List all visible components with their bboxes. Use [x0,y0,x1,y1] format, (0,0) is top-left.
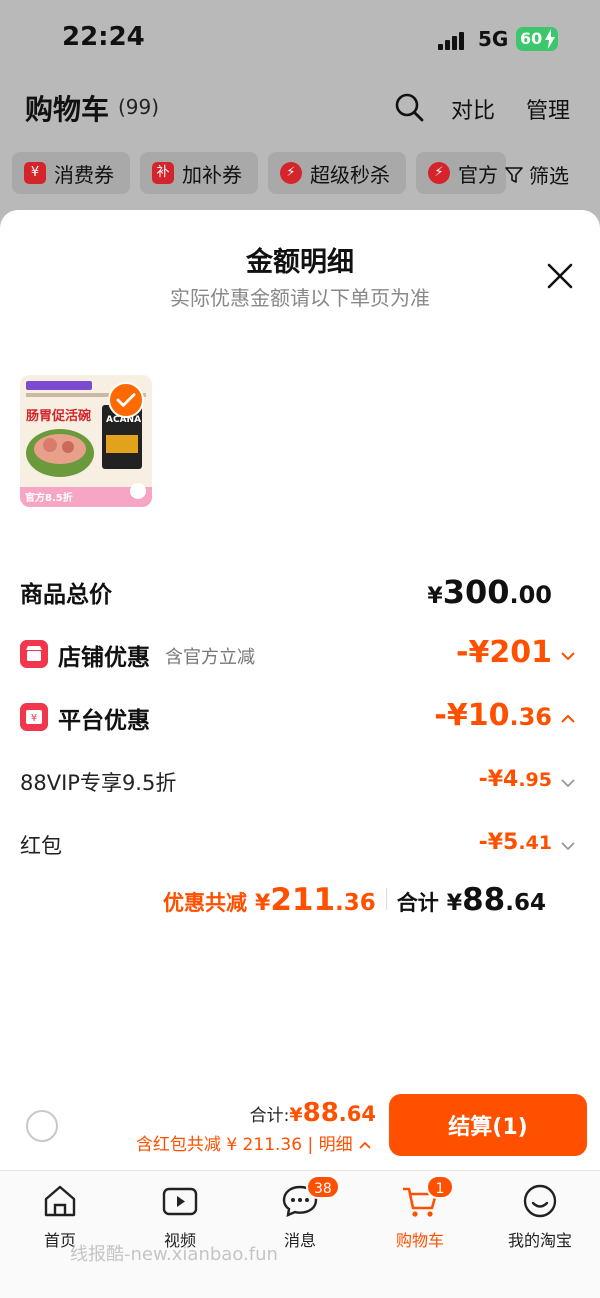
subsidy-icon: 补 [152,162,174,184]
cart-badge: 1 [426,1175,454,1199]
shop-icon [20,640,48,668]
tab-label: 我的淘宝 [507,1231,572,1250]
red-packet-row[interactable]: 红包 -¥5.41 [0,828,600,862]
compare-button[interactable]: 对比 [451,93,495,125]
amount-dec: .95 [518,769,552,791]
close-icon[interactable] [544,260,576,292]
tab-cart[interactable]: 1 购物车 [365,1175,475,1251]
platform-discount-label: 平台优惠 [58,708,150,734]
amount-int: -¥5 [478,830,519,855]
saved-label: 优惠共减 [163,891,248,915]
checkout-total-dec: .64 [338,1102,376,1126]
shop-discount-note: 含官方立减 [165,647,255,668]
currency-symbol: ¥ [427,584,443,609]
divider [385,888,387,910]
discount-summary: 优惠共减 ¥ 211 .36 合计 ¥ 88 .64 [0,882,600,926]
chevron-down-icon[interactable] [560,648,576,664]
manage-button[interactable]: 管理 [526,93,570,125]
total-label: 合计 [396,891,439,915]
checkout-total-label: 合计: [249,1106,290,1126]
shop-discount-row[interactable]: 店铺优惠 含官方立减 -¥201 [0,635,600,675]
saved-amount-int: 211 [270,882,336,918]
chevron-down-icon[interactable] [560,775,576,791]
chip-label: 官方 [458,162,498,187]
chevron-down-icon[interactable] [560,838,576,854]
red-packet-amount: -¥5.41 [479,830,552,855]
product-headline: 肠胃促活碗 [26,409,92,424]
checkout-sub-text: 含红包共减 ¥ 211.36 | 明细 [135,1135,353,1155]
amount-dec: .00 [509,581,552,609]
status-bar: 22:24 5G 60 [0,0,600,80]
goods-total-amount: ¥300.00 [427,573,552,611]
cart-count: (99) [118,95,160,119]
battery-level: 60 [520,29,543,48]
search-icon[interactable] [394,92,424,122]
chip-subsidy[interactable]: 补 加补券 [140,152,258,194]
total-amount-dec: .64 [505,890,546,916]
checkout-button[interactable]: 结算(1) [389,1094,587,1156]
tab-my-taobao[interactable]: 我的淘宝 [485,1181,595,1251]
platform-discount-amount: -¥10.36 [434,698,552,733]
bottom-tab-bar: 首页 视频 38 消息 1 购物车 我的淘宝 [0,1170,600,1298]
amount-int: -¥10 [434,698,510,733]
battery-icon: 60 [516,27,558,51]
currency-symbol: ¥ [289,1104,303,1126]
vip-discount-amount: -¥4.95 [479,767,552,792]
chip-label: 加补券 [182,162,242,187]
total-amount-int: 88 [462,882,506,918]
profile-smile-icon [523,1184,557,1218]
currency-symbol: ¥ [446,891,463,916]
chip-official[interactable]: ⚡ 官方 [416,152,506,194]
amount-int: -¥4 [478,767,519,792]
saved-amount-dec: .36 [335,890,376,916]
filter-button[interactable]: 筛选 [505,160,569,189]
filter-label: 筛选 [529,164,569,188]
product-discount-tag: 官方8.5折 [25,493,73,504]
sheet-subtitle: 实际优惠金额请以下单页为准 [170,286,430,310]
checkout-total: 合计:¥88.64 [250,1098,376,1128]
chip-label: 消费券 [54,162,114,187]
chevron-up-icon [359,1141,371,1149]
selected-check-icon[interactable] [108,382,144,418]
svg-text:¥: ¥ [31,713,37,724]
select-all-radio[interactable] [26,1110,58,1142]
goods-total-label: 商品总价 [20,582,112,608]
vip-discount-row[interactable]: 88VIP专享9.5折 -¥4.95 [0,765,600,799]
shop-discount-amount: -¥201 [456,635,552,670]
chip-flash-sale[interactable]: ⚡ 超级秒杀 [268,152,406,194]
amount-dec: .41 [518,832,552,854]
checkout-total-int: 88 [302,1098,339,1128]
filter-icon [505,166,523,183]
goods-total-row: 商品总价 ¥300.00 [0,573,600,613]
coupon-icon: ¥ [24,162,46,184]
chip-label: 超级秒杀 [310,162,390,187]
amount-int: 300 [442,573,510,611]
coupon-icon: ¥ [20,703,48,731]
message-badge: 38 [306,1175,340,1199]
amount-dec: .36 [509,703,552,731]
vip-discount-label: 88VIP专享9.5折 [20,771,177,795]
checkout-detail-link[interactable]: 含红包共减 ¥ 211.36 | 明细 [136,1130,372,1155]
currency-symbol: ¥ [255,891,271,916]
red-packet-label: 红包 [20,834,62,858]
watermark-text: 线报酷-new.xianbao.fun [70,1244,278,1265]
chevron-up-icon[interactable] [560,711,576,727]
tab-label: 购物车 [395,1231,444,1250]
lightning-icon: ⚡ [428,162,450,184]
home-icon [44,1185,76,1217]
shop-discount-label: 店铺优惠 [58,645,150,671]
video-icon [162,1187,198,1216]
chip-coupon[interactable]: ¥ 消费券 [12,152,130,194]
status-time: 22:24 [62,22,145,52]
signal-icon [438,30,470,50]
network-label: 5G [478,27,509,51]
platform-discount-row[interactable]: ¥ 平台优惠 -¥10.36 [0,698,600,738]
sheet-title: 金额明细 [246,247,354,278]
lightning-icon: ⚡ [280,162,302,184]
cart-title: 购物车 [25,93,110,126]
